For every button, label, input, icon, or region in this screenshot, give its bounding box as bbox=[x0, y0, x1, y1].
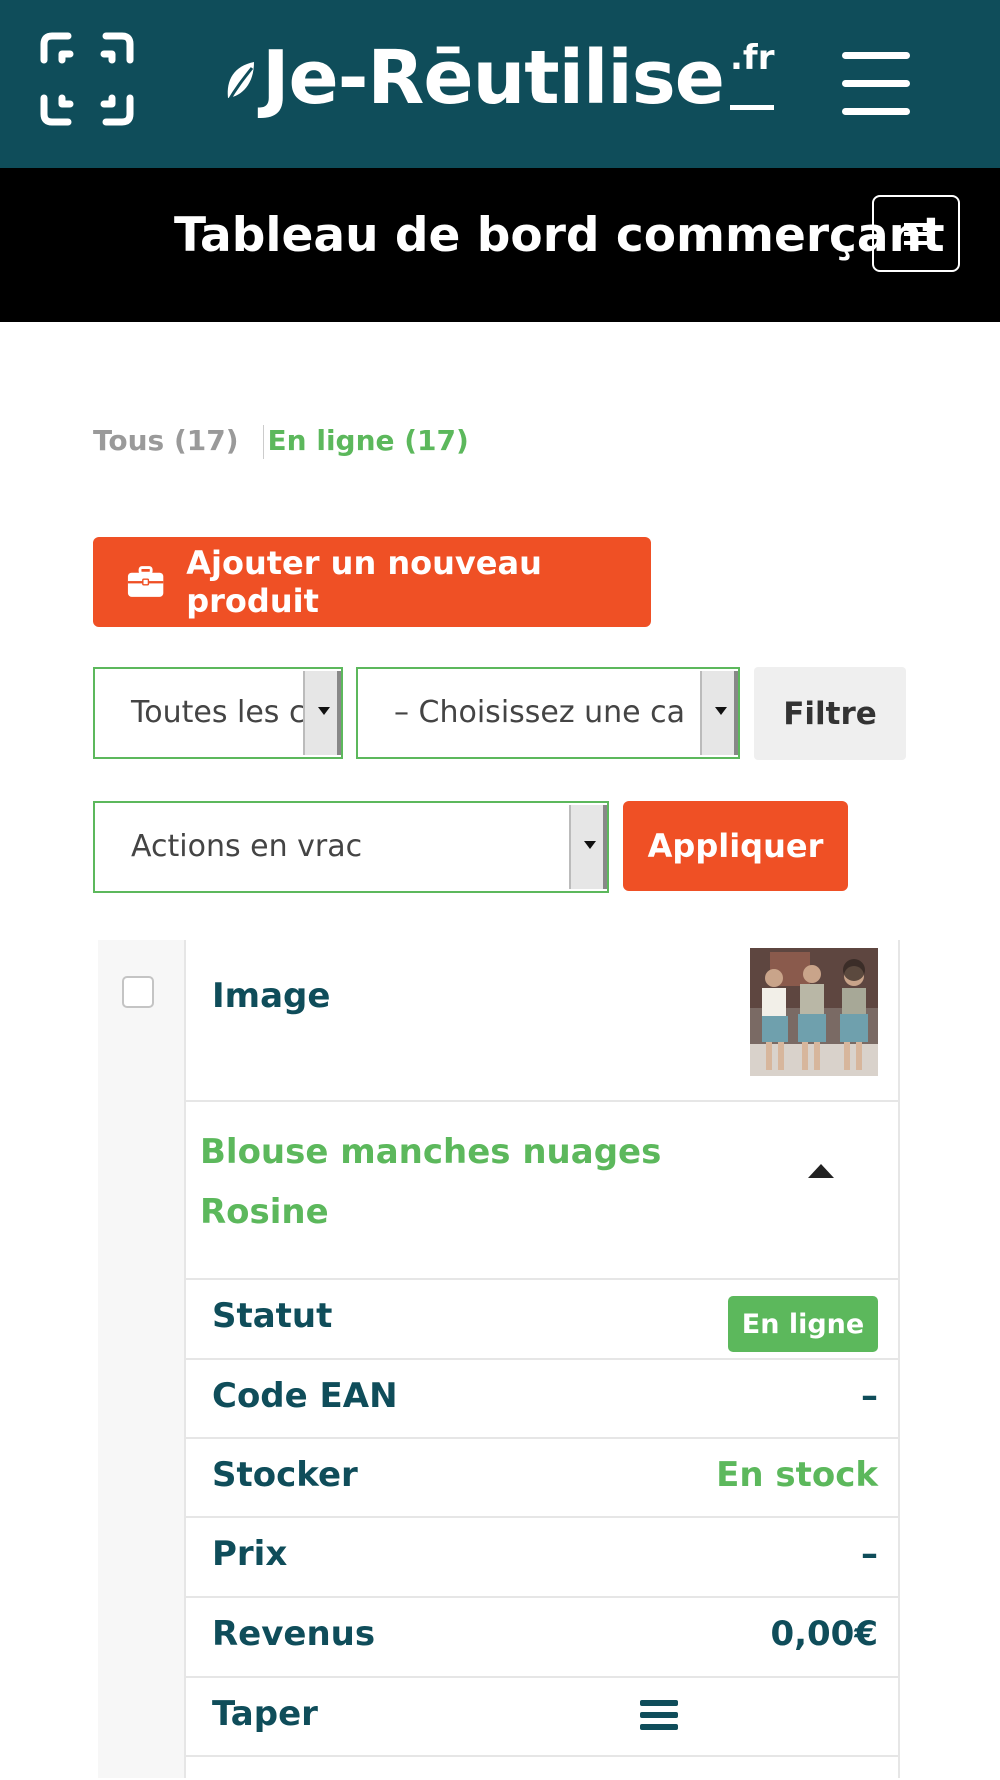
status-divider bbox=[262, 425, 264, 459]
page-title: Tableau de bord commerçant bbox=[174, 208, 945, 263]
stock-value: En stock bbox=[716, 1455, 878, 1495]
product-image-row: Image bbox=[186, 940, 898, 1102]
bulk-actions-select[interactable]: Actions en vrac bbox=[93, 801, 609, 893]
caret-up-icon[interactable] bbox=[808, 1164, 834, 1178]
product-name-link[interactable]: Blouse manches nuages Rosine bbox=[200, 1122, 680, 1242]
apply-button[interactable]: Appliquer bbox=[623, 801, 848, 891]
bulk-actions-select-value: Actions en vrac bbox=[131, 829, 363, 864]
list-icon bbox=[640, 1700, 678, 1730]
category-select[interactable]: – Choisissez une ca bbox=[356, 667, 740, 759]
revenue-label: Revenus bbox=[212, 1614, 376, 1654]
leaf-icon bbox=[226, 62, 254, 103]
ean-label: Code EAN bbox=[212, 1376, 398, 1416]
product-type-select-value: Toutes les c bbox=[131, 695, 306, 730]
stock-label: Stocker bbox=[212, 1455, 358, 1495]
price-value: – bbox=[861, 1534, 878, 1574]
status-label: Statut bbox=[212, 1296, 333, 1336]
status-filter-links: Tous (17) En ligne (17) bbox=[93, 424, 469, 459]
chevron-down-icon bbox=[700, 671, 738, 755]
add-product-label: Ajouter un nouveau produit bbox=[186, 544, 542, 620]
qr-scan-icon[interactable] bbox=[38, 30, 136, 128]
revenue-value: 0,00€ bbox=[770, 1614, 878, 1654]
revenue-row: Revenus 0,00€ bbox=[186, 1598, 898, 1678]
product-thumbnail[interactable] bbox=[750, 948, 878, 1076]
chevron-down-icon bbox=[569, 805, 607, 889]
hamburger-icon[interactable] bbox=[842, 52, 910, 116]
menu-icon[interactable] bbox=[872, 195, 960, 272]
stock-row: Stocker En stock bbox=[186, 1439, 898, 1518]
filter-button[interactable]: Filtre bbox=[754, 667, 906, 760]
category-select-value: – Choisissez une ca bbox=[394, 695, 686, 730]
product-name-row: Blouse manches nuages Rosine bbox=[186, 1102, 898, 1280]
product-type-select[interactable]: Toutes les c bbox=[93, 667, 343, 759]
row-select-column bbox=[98, 940, 184, 1778]
price-label: Prix bbox=[212, 1534, 288, 1574]
site-header: Je-Rēutilise .fr bbox=[0, 0, 1000, 168]
product-details: Image Blouse manches nuages Rosine Statu… bbox=[184, 940, 900, 1778]
image-label: Image bbox=[212, 976, 331, 1016]
brand-tld: .fr bbox=[730, 33, 775, 110]
brand-logo[interactable]: Je-Rēutilise .fr bbox=[224, 28, 775, 128]
price-row: Prix – bbox=[186, 1518, 898, 1598]
ean-value: – bbox=[861, 1376, 878, 1416]
status-badge: En ligne bbox=[728, 1296, 878, 1352]
status-link-online[interactable]: En ligne (17) bbox=[268, 424, 469, 457]
add-product-button[interactable]: Ajouter un nouveau produit bbox=[93, 537, 651, 627]
status-link-all[interactable]: Tous (17) bbox=[93, 424, 239, 457]
brand-name: Je-Rēutilise bbox=[262, 35, 725, 121]
dashboard-bar: Tableau de bord commerçant bbox=[0, 168, 1000, 322]
ean-row: Code EAN – bbox=[186, 1360, 898, 1439]
briefcase-icon bbox=[127, 566, 164, 597]
type-row: Taper bbox=[186, 1678, 898, 1757]
status-row: Statut En ligne bbox=[186, 1280, 898, 1360]
type-label: Taper bbox=[212, 1694, 318, 1734]
chevron-down-icon bbox=[303, 671, 341, 755]
product-card: Image Blouse manches nuages Rosine Statu… bbox=[98, 940, 900, 1780]
row-checkbox[interactable] bbox=[122, 976, 154, 1008]
